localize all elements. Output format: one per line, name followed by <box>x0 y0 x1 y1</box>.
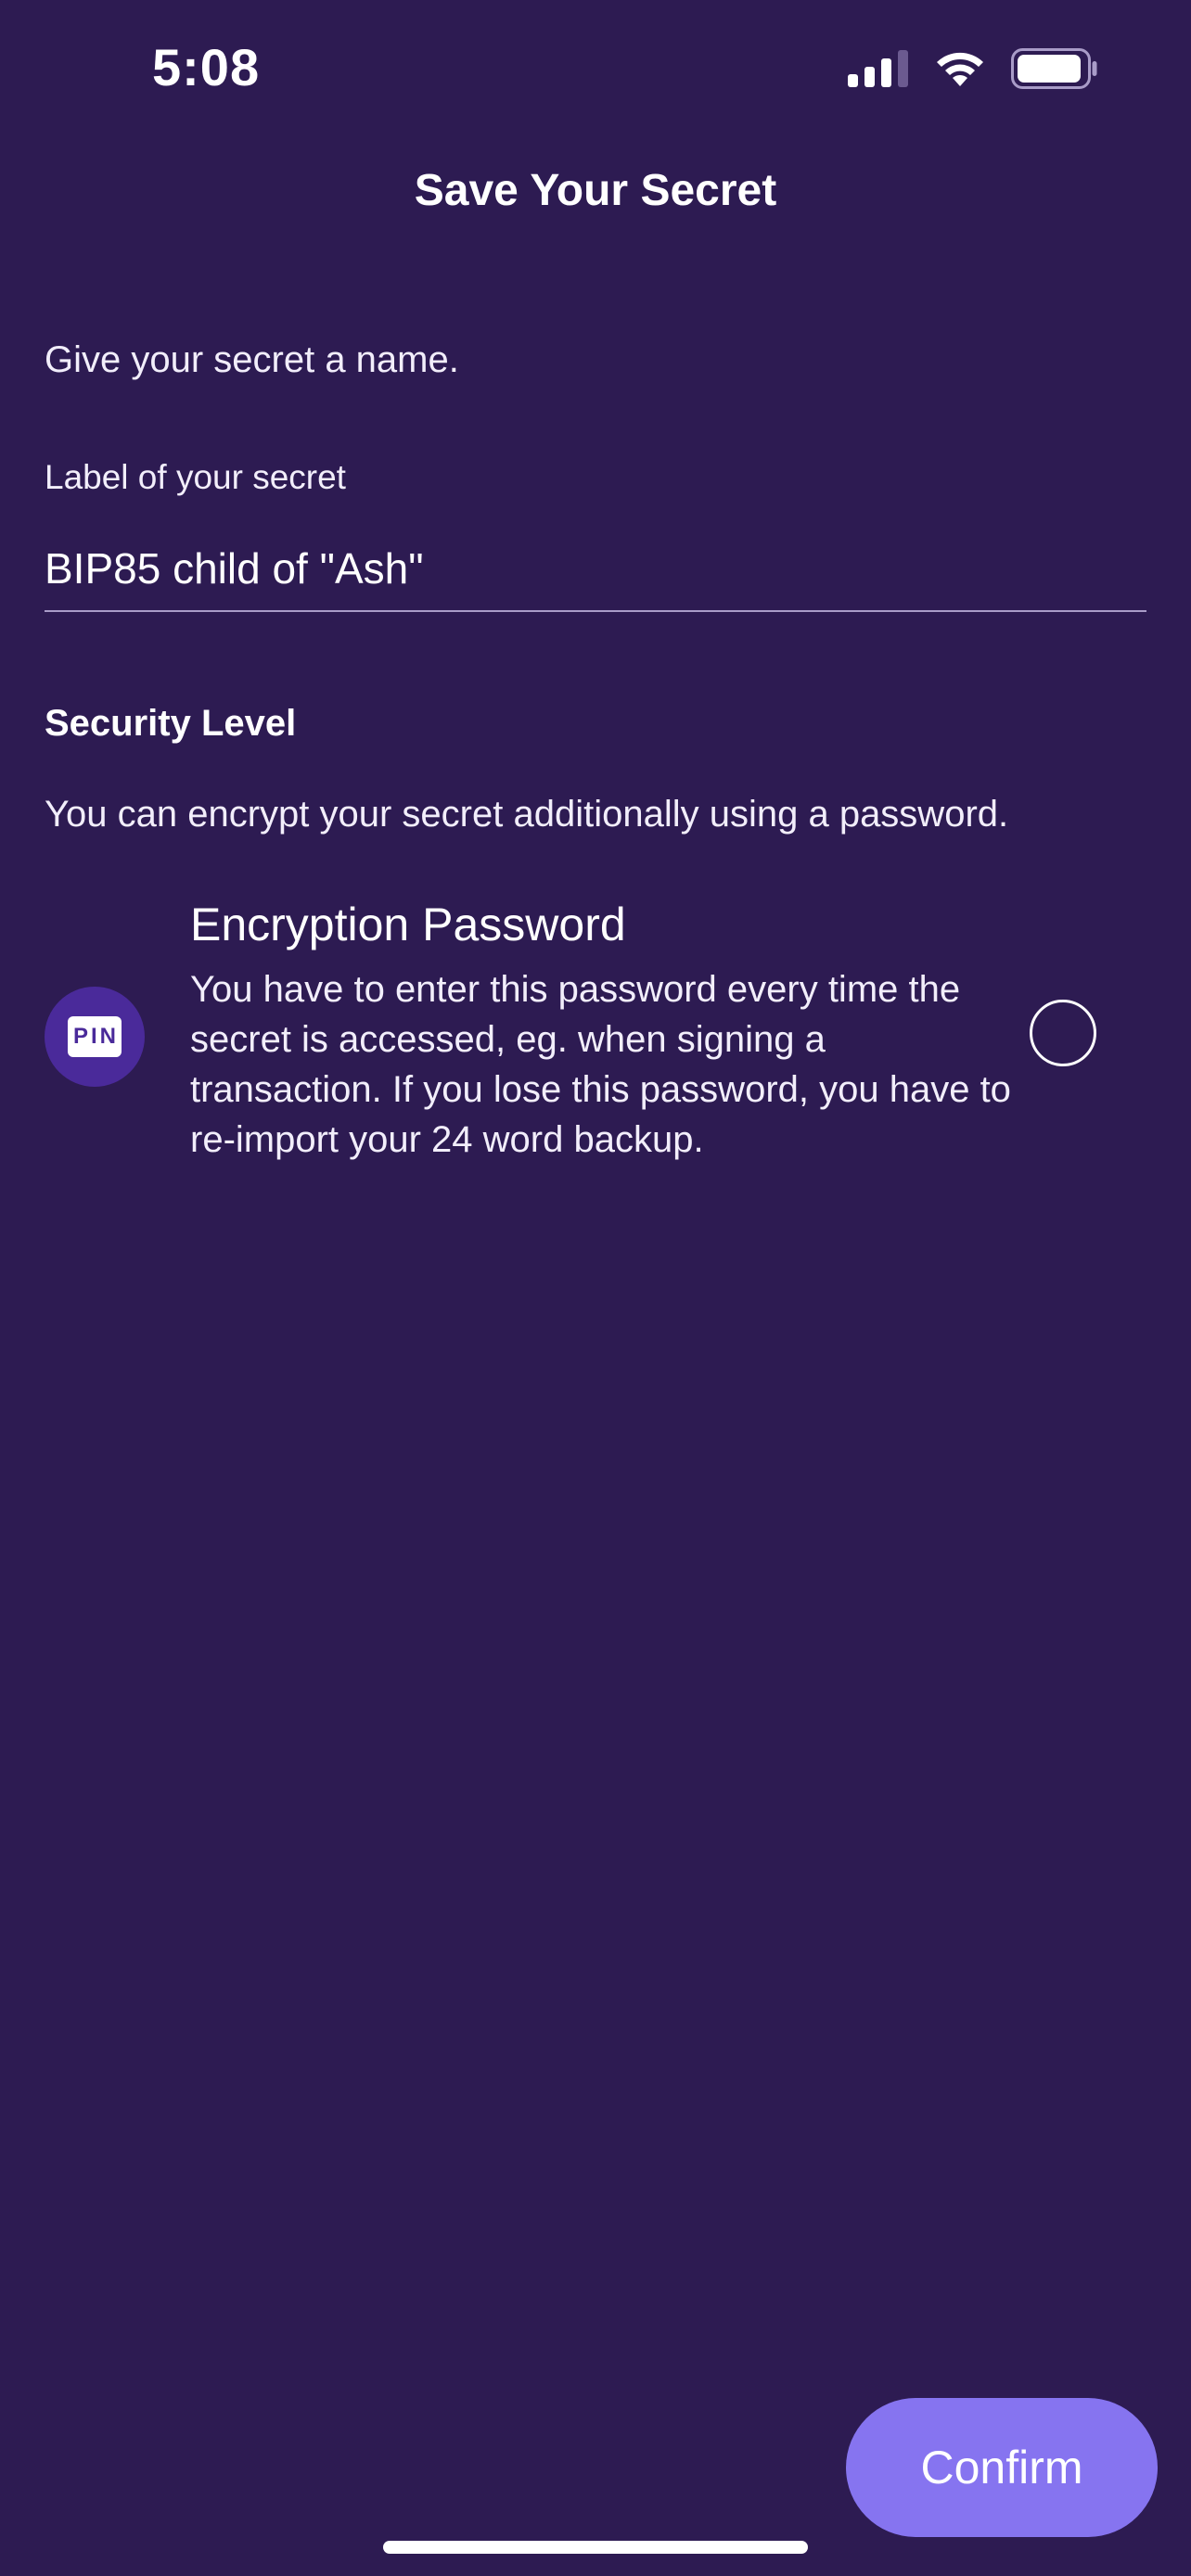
security-level-description: You can encrypt your secret additionally… <box>45 794 1009 835</box>
secret-label-field-label: Label of your secret <box>45 458 346 496</box>
option-description: You have to enter this password every ti… <box>190 969 1011 1160</box>
wifi-icon <box>933 49 987 93</box>
option-title: Encryption Password <box>190 899 626 950</box>
security-level-heading: Security Level <box>45 703 297 744</box>
secret-label-input[interactable] <box>45 527 1146 612</box>
status-icons <box>848 45 1098 96</box>
screen: 5:08 Save Your Secret Give your secret a… <box>0 0 1191 2576</box>
status-time: 5:08 <box>152 38 261 96</box>
confirm-button[interactable]: Confirm <box>846 2398 1158 2537</box>
encryption-password-option[interactable]: PIN Encryption Password You have to ente… <box>45 896 1146 1174</box>
home-indicator <box>383 2541 808 2554</box>
pin-icon: PIN <box>45 987 145 1087</box>
pin-badge: PIN <box>68 1016 122 1057</box>
battery-icon <box>1011 47 1098 94</box>
name-intro-text: Give your secret a name. <box>45 339 459 380</box>
cellular-signal-icon <box>848 49 909 92</box>
encryption-password-radio[interactable] <box>1030 1000 1096 1066</box>
page-title: Save Your Secret <box>414 166 777 215</box>
